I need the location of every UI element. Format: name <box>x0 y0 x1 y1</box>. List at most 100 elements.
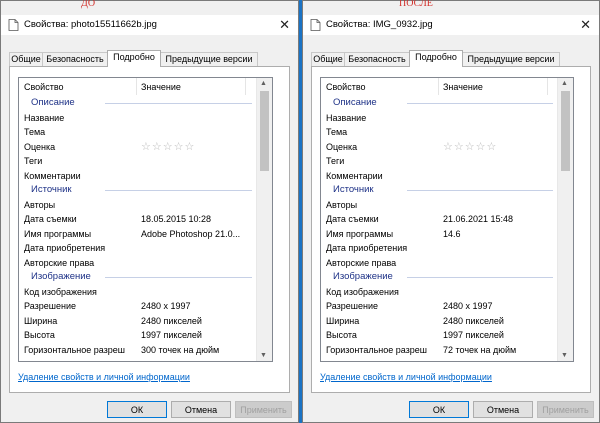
property-row-rating[interactable]: Оценка ☆☆☆☆☆ <box>19 140 256 154</box>
property-row-comments[interactable]: Комментарии <box>19 169 256 183</box>
property-row-name[interactable]: Название <box>19 111 256 125</box>
ok-button[interactable]: ОК <box>409 401 469 418</box>
property-row-date_taken[interactable]: Дата съемки 21.06.2021 15:48 <box>321 212 557 226</box>
property-value: 21.06.2021 15:48 <box>443 214 514 224</box>
property-list[interactable]: Свойство Значение Описание Название Тема Оц… <box>320 77 574 362</box>
property-value: 300 точек на дюйм <box>141 344 220 355</box>
close-icon[interactable]: ✕ <box>580 17 591 33</box>
column-divider[interactable] <box>547 78 548 95</box>
apply-button[interactable]: Применить <box>235 401 292 418</box>
rating-stars-icon[interactable]: ☆☆☆☆☆ <box>141 140 195 153</box>
property-name: Код изображения <box>326 286 399 297</box>
cancel-button[interactable]: Отмена <box>473 401 533 418</box>
column-value[interactable]: Значение <box>443 82 483 92</box>
tab-security[interactable]: Безопасность <box>42 52 108 66</box>
window-title: Свойства: IMG_0932.jpg <box>326 19 433 30</box>
close-icon[interactable]: ✕ <box>279 17 290 33</box>
property-row-date_taken[interactable]: Дата съемки 18.05.2015 10:28 <box>19 212 256 226</box>
property-row-copyright[interactable]: Авторские права <box>19 256 256 270</box>
group-label: Изображение <box>31 271 91 282</box>
title-bar: Свойства: photo15511662b.jpg ✕ <box>1 15 298 35</box>
column-property[interactable]: Свойство <box>326 82 366 92</box>
scroll-down-icon[interactable]: ▼ <box>561 352 568 359</box>
column-divider[interactable] <box>136 78 137 95</box>
group-heading-image[interactable]: Изображение <box>321 270 557 284</box>
property-name: Оценка <box>24 141 56 152</box>
tab-general[interactable]: Общие <box>311 52 345 66</box>
group-divider <box>105 277 252 278</box>
cancel-button[interactable]: Отмена <box>171 401 231 418</box>
property-name: Авторы <box>24 199 56 210</box>
document-icon <box>8 19 19 31</box>
property-row-authors[interactable]: Авторы <box>19 198 256 212</box>
group-heading-description[interactable]: Описание <box>321 96 557 110</box>
scroll-down-icon[interactable]: ▼ <box>260 352 267 359</box>
column-divider[interactable] <box>245 78 246 95</box>
property-row-height[interactable]: Высота 1997 пикселей <box>321 328 557 342</box>
property-name: Высота <box>326 330 357 340</box>
property-value: 2480 пикселей <box>141 315 202 326</box>
group-divider <box>105 103 252 104</box>
property-row-acquired[interactable]: Дата приобретения <box>19 241 256 255</box>
window-title: Свойства: photo15511662b.jpg <box>24 19 157 30</box>
remove-properties-link[interactable]: Удаление свойств и личной информации <box>320 372 492 382</box>
column-divider[interactable] <box>438 78 439 95</box>
property-row-name[interactable]: Название <box>321 111 557 125</box>
property-list[interactable]: Свойство Значение Описание Название Тема Оц… <box>18 77 273 362</box>
property-row-theme[interactable]: Тема <box>321 125 557 139</box>
property-row-image_id[interactable]: Код изображения <box>19 285 256 299</box>
property-row-height[interactable]: Высота 1997 пикселей <box>19 328 256 342</box>
group-divider <box>105 190 252 191</box>
property-row-rating[interactable]: Оценка ☆☆☆☆☆ <box>321 140 557 154</box>
property-row-resolution[interactable]: Разрешение 2480 x 1997 <box>321 299 557 313</box>
property-row-acquired[interactable]: Дата приобретения <box>321 241 557 255</box>
property-row-theme[interactable]: Тема <box>19 125 256 139</box>
rating-stars-icon[interactable]: ☆☆☆☆☆ <box>443 140 497 153</box>
property-row-hres[interactable]: Горизонтальное разреш 72 точек на дюйм <box>321 343 557 357</box>
property-row-copyright[interactable]: Авторские права <box>321 256 557 270</box>
property-name: Горизонтальное разреш <box>24 344 126 355</box>
tab-details[interactable]: Подробно <box>107 50 161 67</box>
tab-details[interactable]: Подробно <box>409 50 463 67</box>
group-heading-image[interactable]: Изображение <box>19 270 256 284</box>
group-label: Изображение <box>333 271 393 282</box>
remove-properties-link[interactable]: Удаление свойств и личной информации <box>18 372 190 382</box>
property-row-program[interactable]: Имя программы Adobe Photoshop 21.0... <box>19 227 256 241</box>
property-row-resolution[interactable]: Разрешение 2480 x 1997 <box>19 299 256 313</box>
property-row-comments[interactable]: Комментарии <box>321 169 557 183</box>
scroll-up-icon[interactable]: ▲ <box>260 80 267 87</box>
property-name: Тема <box>326 127 348 137</box>
property-name: Дата съемки <box>326 214 379 224</box>
properties-dialog-after: ПОСЛЕ Свойства: IMG_0932.jpg ✕ Общие Без… <box>302 0 600 423</box>
tab-previous-versions[interactable]: Предыдущие версии <box>462 52 560 66</box>
tab-general[interactable]: Общие <box>9 52 43 66</box>
property-row-authors[interactable]: Авторы <box>321 198 557 212</box>
property-row-hres[interactable]: Горизонтальное разреш 300 точек на дюйм <box>19 343 256 357</box>
group-heading-source[interactable]: Источник <box>19 183 256 197</box>
tab-previous-versions[interactable]: Предыдущие версии <box>160 52 258 66</box>
property-value: 1997 пикселей <box>141 330 202 340</box>
group-heading-source[interactable]: Источник <box>321 183 557 197</box>
apply-button[interactable]: Применить <box>537 401 594 418</box>
property-row-program[interactable]: Имя программы 14.6 <box>321 227 557 241</box>
ok-button[interactable]: ОК <box>107 401 167 418</box>
property-row-image_id[interactable]: Код изображения <box>321 285 557 299</box>
property-row-width[interactable]: Ширина 2480 пикселей <box>321 314 557 328</box>
property-name: Горизонтальное разреш <box>326 344 428 355</box>
group-heading-description[interactable]: Описание <box>19 96 256 110</box>
scroll-up-icon[interactable]: ▲ <box>561 80 568 87</box>
property-name: Имя программы <box>24 228 92 239</box>
group-label: Описание <box>31 97 75 108</box>
properties-dialog-before: ДО Свойства: photo15511662b.jpg ✕ Общие … <box>0 0 299 423</box>
property-row-tags[interactable]: Теги <box>321 154 557 168</box>
tab-security[interactable]: Безопасность <box>344 52 410 66</box>
scroll-thumb[interactable] <box>260 91 269 171</box>
vertical-scrollbar[interactable]: ▲ ▼ <box>557 78 573 361</box>
scroll-thumb[interactable] <box>561 91 570 171</box>
column-property[interactable]: Свойство <box>24 82 64 92</box>
vertical-scrollbar[interactable]: ▲ ▼ <box>256 78 272 361</box>
column-value[interactable]: Значение <box>141 82 181 92</box>
property-row-tags[interactable]: Теги <box>19 154 256 168</box>
property-row-width[interactable]: Ширина 2480 пикселей <box>19 314 256 328</box>
group-label: Источник <box>31 184 72 195</box>
